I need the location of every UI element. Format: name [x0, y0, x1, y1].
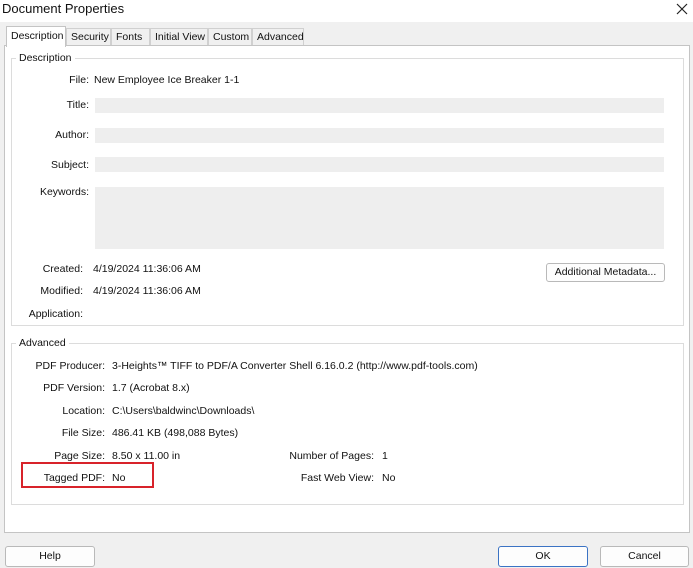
description-group: Description File: New Employee Ice Break… [11, 52, 684, 326]
file-value: New Employee Ice Breaker 1-1 [94, 74, 240, 86]
tab-fonts[interactable]: Fonts [111, 28, 150, 45]
close-icon [676, 3, 688, 15]
pdf-version-value: 1.7 (Acrobat 8.x) [112, 382, 190, 394]
page-size-value: 8.50 x 11.00 in [112, 450, 181, 462]
tab-description[interactable]: Description [6, 26, 66, 47]
keywords-field[interactable] [95, 187, 664, 249]
additional-metadata-button[interactable]: Additional Metadata... [546, 263, 665, 282]
tab-advanced[interactable]: Advanced [252, 28, 304, 45]
number-of-pages-value: 1 [382, 450, 388, 462]
pdf-producer-label: PDF Producer: [35, 360, 105, 372]
location-label: Location: [62, 405, 105, 417]
advanced-group-label: Advanced [16, 337, 69, 349]
tab-custom[interactable]: Custom [208, 28, 252, 45]
created-label: Created: [42, 263, 83, 275]
created-value: 4/19/2024 11:36:06 AM [93, 263, 201, 275]
location-value: C:\Users\baldwinc\Downloads\ [112, 405, 255, 417]
fast-web-view-value: No [382, 472, 396, 484]
author-field[interactable] [95, 128, 664, 143]
ok-button[interactable]: OK [498, 546, 588, 567]
subject-field[interactable] [95, 157, 664, 172]
pdf-producer-value: 3-Heights™ TIFF to PDF/A Converter Shell… [112, 360, 478, 372]
title-bar: Document Properties [0, 0, 693, 22]
tagged-pdf-highlight [21, 462, 154, 488]
keywords-label: Keywords: [39, 186, 89, 198]
window-title: Document Properties [2, 1, 125, 16]
tab-strip: Description Security Fonts Initial View … [4, 26, 690, 47]
application-label: Application: [28, 308, 83, 320]
modified-label: Modified: [40, 285, 83, 297]
file-size-label: File Size: [61, 427, 105, 439]
tab-page: Description File: New Employee Ice Break… [4, 45, 690, 533]
close-button[interactable] [671, 0, 693, 20]
number-of-pages-label: Number of Pages: [289, 450, 374, 462]
fast-web-view-label: Fast Web View: [300, 472, 374, 484]
description-group-label: Description [16, 52, 75, 64]
title-field[interactable] [95, 98, 664, 113]
page-size-label: Page Size: [54, 450, 105, 462]
file-size-value: 486.41 KB (498,088 Bytes) [112, 427, 239, 439]
subject-label: Subject: [51, 159, 89, 171]
modified-value: 4/19/2024 11:36:06 AM [93, 285, 201, 297]
pdf-version-label: PDF Version: [43, 382, 105, 394]
file-label: File: [69, 74, 89, 86]
tab-security[interactable]: Security [66, 28, 111, 45]
cancel-button[interactable]: Cancel [600, 546, 689, 567]
help-button[interactable]: Help [5, 546, 95, 567]
title-label: Title: [66, 99, 89, 111]
tab-initial-view[interactable]: Initial View [150, 28, 208, 45]
author-label: Author: [55, 129, 89, 141]
